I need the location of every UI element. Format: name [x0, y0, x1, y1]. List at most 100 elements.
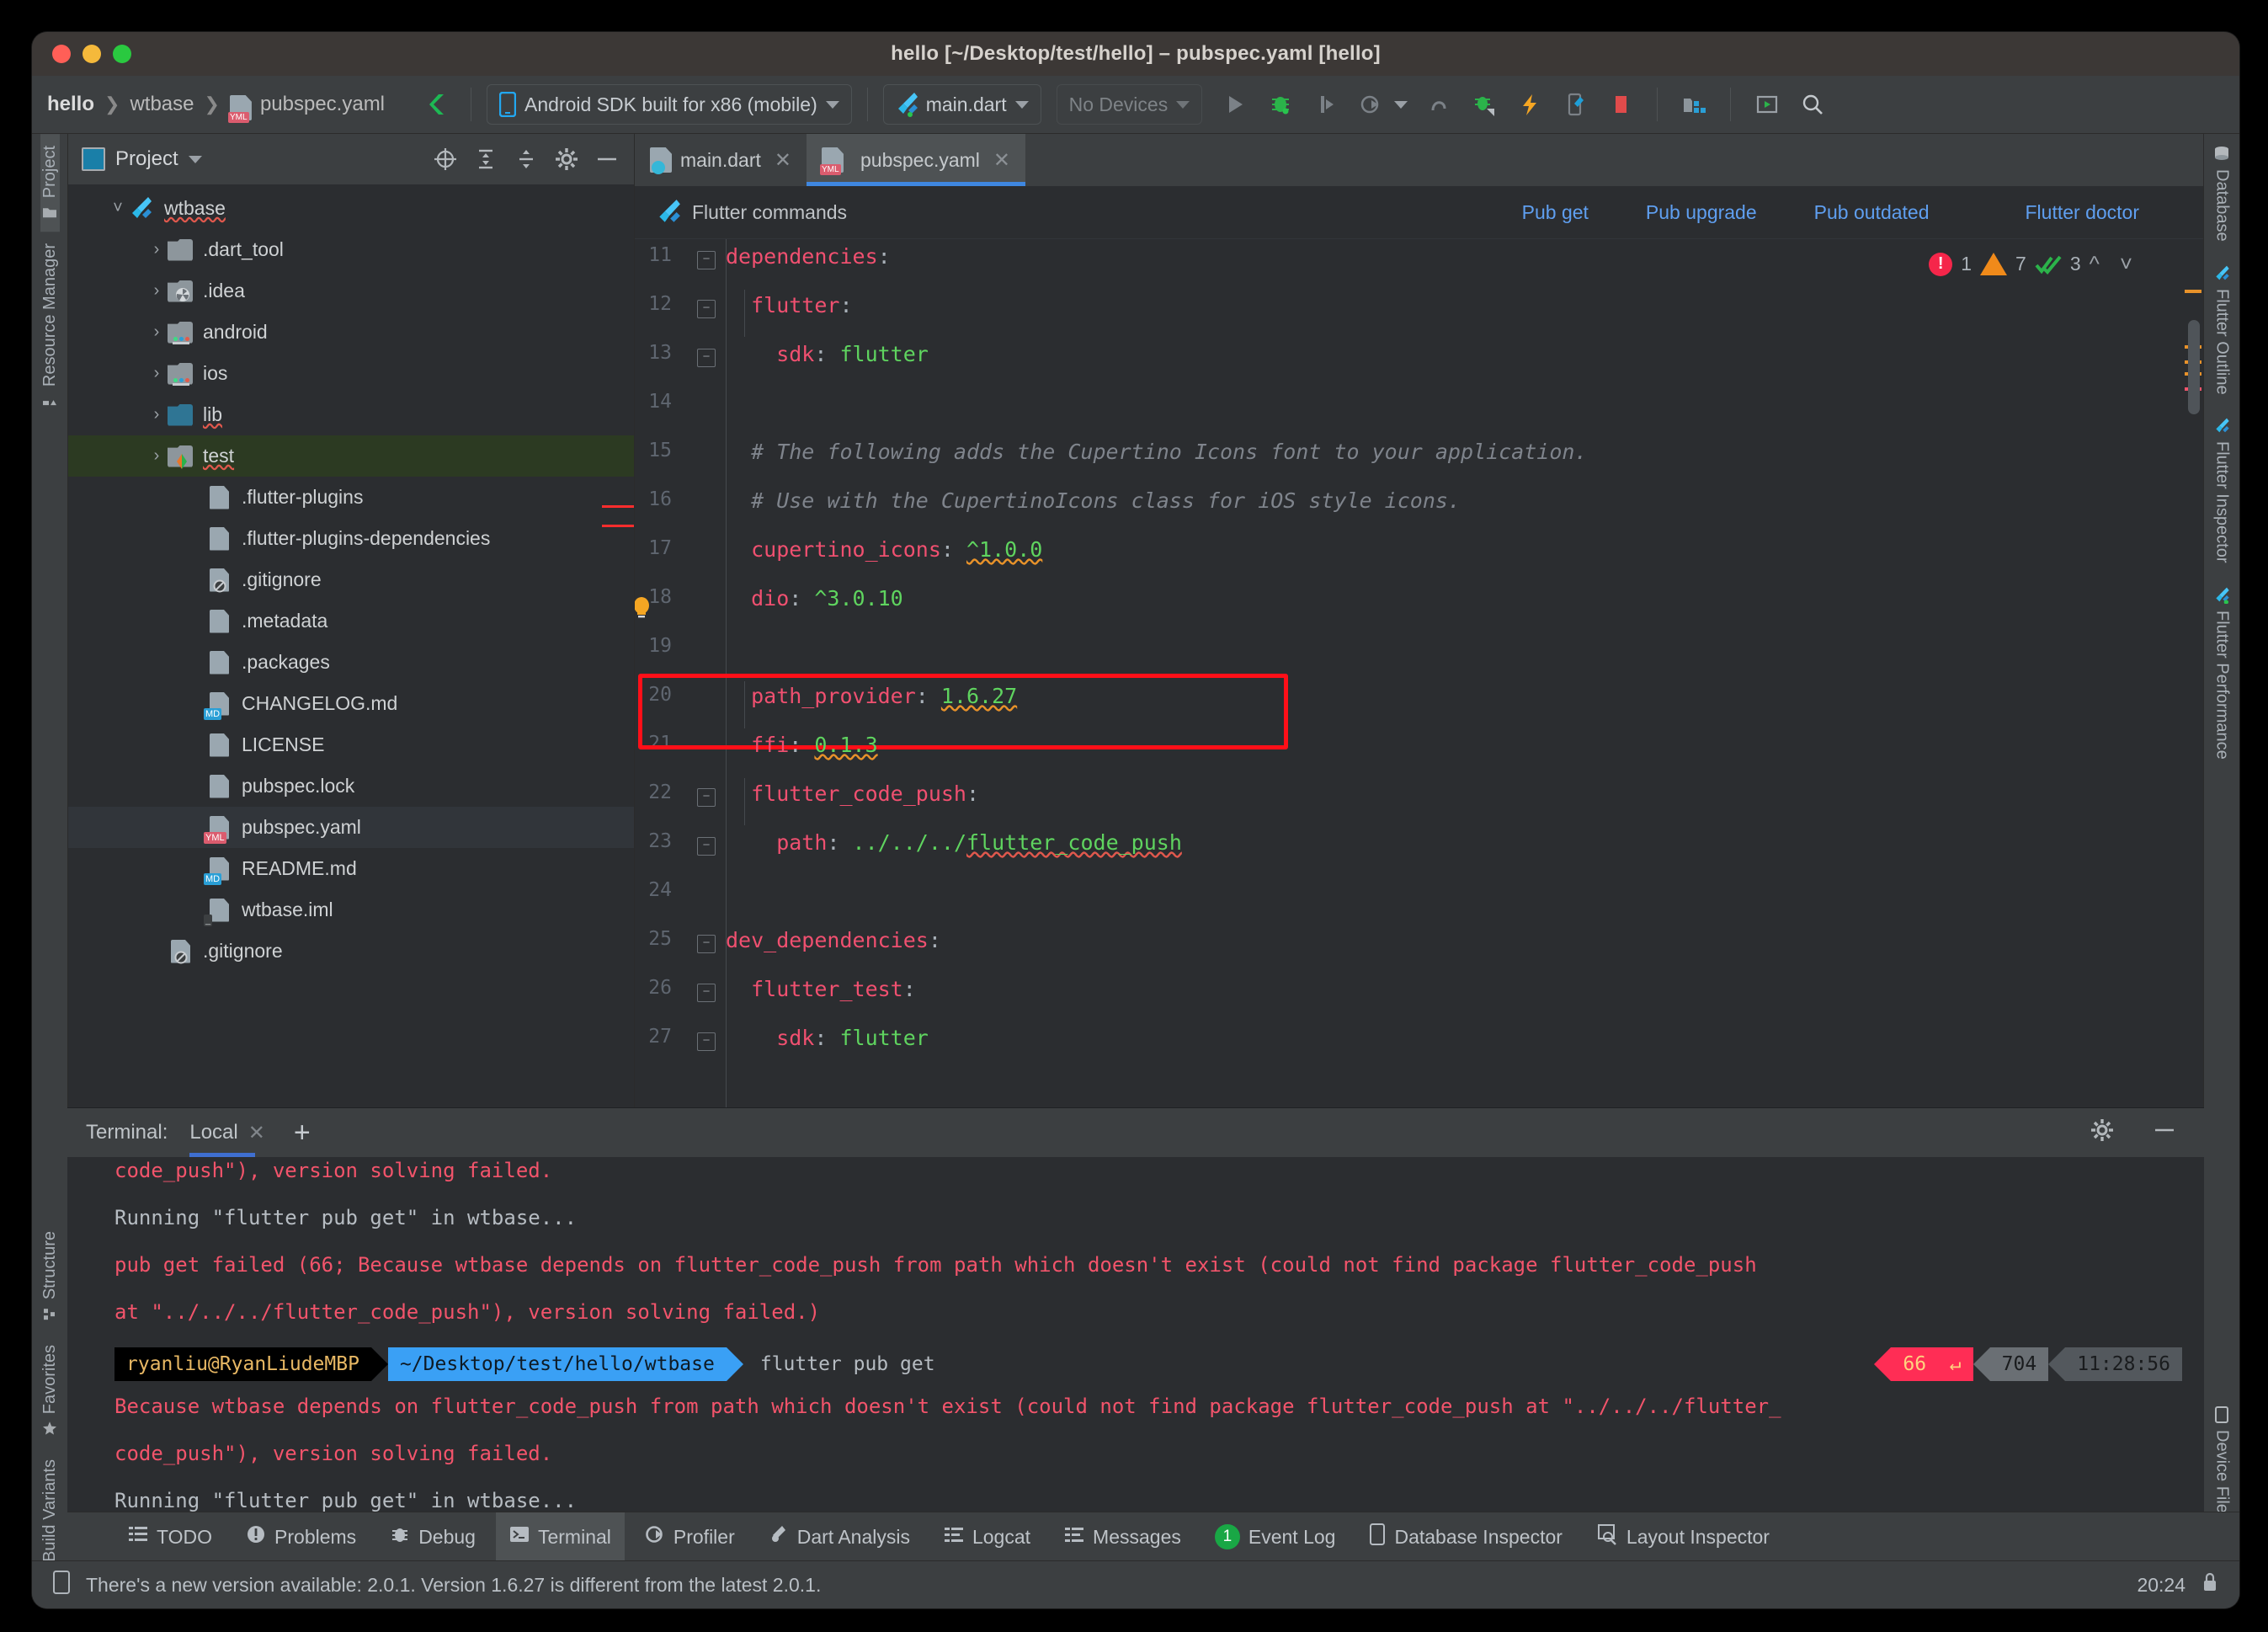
sidebar-item-structure[interactable]: Structure — [40, 1219, 60, 1333]
code-fold-toggle[interactable]: − — [697, 984, 716, 1002]
sidebar-item-flutter-inspector[interactable]: Flutter Inspector — [2212, 406, 2232, 575]
devices-selector[interactable]: No Devices — [1057, 84, 1203, 125]
tree-item-gitignore[interactable]: .gitignore — [68, 559, 634, 600]
tool-window-todo[interactable]: TODO — [114, 1512, 226, 1561]
tool-window-logcat[interactable]: Logcat — [930, 1512, 1044, 1561]
tree-item-changelog-md[interactable]: MDCHANGELOG.md — [68, 683, 634, 724]
hide-terminal-icon[interactable] — [2152, 1117, 2177, 1149]
tool-window-layout-inspector[interactable]: Layout Inspector — [1583, 1512, 1783, 1561]
tool-window-terminal[interactable]: Terminal — [496, 1512, 625, 1561]
chevron-right-icon[interactable]: › — [146, 281, 168, 301]
hide-panel-icon[interactable] — [594, 146, 620, 173]
device-selector[interactable]: Android SDK built for x86 (mobile) — [487, 84, 852, 125]
tree-item-pubspec-yaml[interactable]: YMLpubspec.yaml — [68, 807, 634, 848]
chevron-down-icon[interactable] — [1394, 101, 1408, 109]
inspection-summary[interactable]: ! 1 7 3 ^ ˅ — [1929, 251, 2132, 277]
code-fold-toggle[interactable]: − — [697, 349, 716, 367]
run-icon[interactable] — [1221, 90, 1249, 119]
chevron-down-icon[interactable] — [189, 156, 202, 163]
tree-item-lib[interactable]: ›lib — [68, 394, 634, 435]
tree-item-packages[interactable]: .packages — [68, 642, 634, 683]
tree-item-flutter-plugins-dependencies[interactable]: .flutter-plugins-dependencies — [68, 518, 634, 559]
chevron-right-icon[interactable]: › — [146, 364, 168, 383]
terminal-output[interactable]: code_push"), version solving failed.Runn… — [67, 1157, 2204, 1512]
run-with-coverage-icon[interactable] — [1312, 90, 1340, 119]
tree-item-wtbase-iml[interactable]: _wtbase.iml — [68, 889, 634, 931]
attach-debugger-icon[interactable] — [1424, 90, 1453, 119]
project-panel-title[interactable]: Project — [82, 147, 202, 171]
pub-get-link[interactable]: Pub get — [1522, 201, 1589, 224]
sidebar-item-database[interactable]: Database — [2212, 134, 2232, 253]
settings-gear-icon[interactable] — [553, 146, 580, 173]
flutter-doctor-link[interactable]: Flutter doctor — [2026, 201, 2140, 224]
hot-restart-icon[interactable] — [1515, 90, 1544, 119]
code-fold-toggle[interactable]: − — [697, 1032, 716, 1051]
tool-window-debug[interactable]: Debug — [376, 1512, 489, 1561]
stop-icon[interactable] — [1606, 90, 1635, 119]
tree-item-ios[interactable]: ›ios — [68, 353, 634, 394]
tool-window-dart-analysis[interactable]: Dart Analysis — [755, 1512, 924, 1561]
breadcrumb-module[interactable]: wtbase — [130, 93, 194, 116]
tree-item-dart-tool[interactable]: ›.dart_tool — [68, 229, 634, 270]
hot-reload-icon[interactable] — [1470, 90, 1499, 119]
tree-item-test[interactable]: ›test — [68, 435, 634, 477]
sidebar-item-resource-manager[interactable]: Resource Manager — [40, 232, 60, 420]
tree-item-pubspec-lock[interactable]: pubspec.lock — [68, 765, 634, 807]
code-fold-toggle[interactable]: − — [697, 300, 716, 318]
debug-icon[interactable] — [1266, 90, 1295, 119]
profile-run-icon[interactable] — [1357, 90, 1386, 119]
tree-item-idea[interactable]: ›.idea — [68, 270, 634, 312]
chevron-right-icon[interactable]: › — [146, 323, 168, 342]
sidebar-item-flutter-performance[interactable]: Flutter Performance — [2212, 575, 2232, 771]
tree-item-metadata[interactable]: .metadata — [68, 600, 634, 642]
close-icon[interactable]: ✕ — [248, 1121, 265, 1145]
tool-window-messages[interactable]: Messages — [1051, 1512, 1195, 1561]
tree-item-readme-md[interactable]: MDREADME.md — [68, 848, 634, 889]
tree-item-license[interactable]: LICENSE — [68, 724, 634, 765]
search-everywhere-icon[interactable] — [1798, 90, 1827, 119]
tool-window-profiler[interactable]: Profiler — [631, 1512, 748, 1561]
project-structure-icon[interactable] — [1680, 90, 1708, 119]
preview-icon[interactable] — [1753, 90, 1781, 119]
chevron-right-icon[interactable]: › — [146, 240, 168, 259]
open-devtools-icon[interactable] — [1561, 90, 1589, 119]
pub-upgrade-link[interactable]: Pub upgrade — [1646, 201, 1757, 224]
terminal-tab-local[interactable]: Local ✕ — [189, 1108, 271, 1157]
lock-icon[interactable] — [2201, 1571, 2219, 1598]
collapse-all-icon[interactable] — [513, 146, 540, 173]
code-fold-toggle[interactable]: − — [697, 788, 716, 807]
tree-item-flutter-plugins[interactable]: .flutter-plugins — [68, 477, 634, 518]
sidebar-item-project[interactable]: Project — [40, 134, 60, 232]
chevron-down-icon[interactable]: ˅ — [107, 199, 129, 218]
code-fold-toggle[interactable]: − — [697, 837, 716, 856]
breadcrumb-file[interactable]: pubspec.yaml — [260, 93, 385, 116]
expand-all-icon[interactable] — [472, 146, 499, 173]
intention-bulb-icon[interactable] — [635, 596, 650, 618]
sidebar-item-flutter-outline[interactable]: Flutter Outline — [2212, 253, 2232, 407]
close-icon[interactable]: ✕ — [993, 148, 1010, 173]
flutter-hot-reload-arrow-icon[interactable] — [422, 86, 455, 124]
sidebar-item-favorites[interactable]: Favorites — [40, 1333, 60, 1448]
breadcrumb-project[interactable]: hello — [47, 93, 94, 116]
chevron-right-icon[interactable]: › — [146, 405, 168, 424]
chevron-right-icon[interactable]: › — [146, 446, 168, 466]
terminal-settings-gear-icon[interactable] — [2090, 1117, 2115, 1149]
code-fold-toggle[interactable]: − — [697, 251, 716, 269]
chevron-up-icon[interactable]: ^ — [2090, 251, 2100, 277]
code-fold-toggle[interactable]: − — [697, 935, 716, 953]
navigation-breadcrumb[interactable]: hello ❯ wtbase ❯ YML pubspec.yaml — [47, 92, 385, 117]
tree-item-wtbase[interactable]: ˅wtbase — [68, 188, 634, 229]
tree-item-android[interactable]: ›android — [68, 312, 634, 353]
tree-item-gitignore[interactable]: .gitignore — [68, 931, 634, 972]
locate-icon[interactable] — [432, 146, 459, 173]
tool-window-event-log[interactable]: 1Event Log — [1201, 1512, 1350, 1561]
tool-window-problems[interactable]: Problems — [232, 1512, 370, 1561]
run-configuration-selector[interactable]: main.dart — [883, 84, 1041, 125]
tool-window-database-inspector[interactable]: Database Inspector — [1355, 1512, 1575, 1561]
tab-pubspec-yaml[interactable]: YML pubspec.yaml ✕ — [807, 134, 1025, 186]
editor-scrollbar-thumb[interactable] — [2188, 320, 2200, 414]
add-terminal-icon[interactable]: + — [294, 1117, 311, 1149]
pub-outdated-link[interactable]: Pub outdated — [1814, 201, 1930, 224]
close-icon[interactable]: ✕ — [775, 148, 791, 173]
tab-main-dart[interactable]: main.dart ✕ — [635, 134, 807, 186]
